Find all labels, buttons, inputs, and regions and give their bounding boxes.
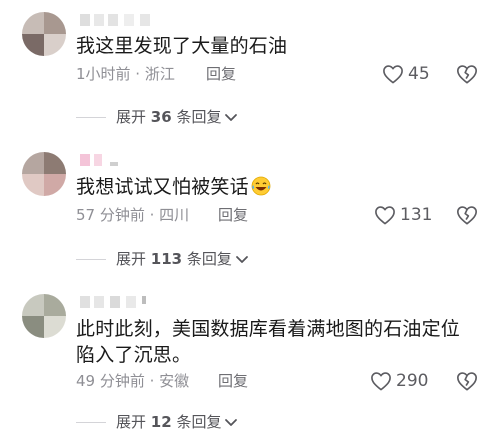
dislike-button[interactable]	[456, 370, 478, 392]
comment-text: 此时此刻，美国数据库看着满地图的石油定位 陷入了沉思。	[76, 318, 461, 366]
like-count: 45	[408, 64, 430, 84]
chevron-down-icon	[224, 108, 238, 127]
avatar[interactable]	[22, 294, 66, 338]
reply-button[interactable]: 回复	[206, 64, 236, 84]
expand-replies[interactable]: 展开 36 条回复	[76, 106, 238, 128]
broken-heart-icon	[456, 65, 478, 89]
expand-replies[interactable]: 展开 12 条回复	[76, 411, 238, 433]
comment-item: 此时此刻，美国数据库看着满地图的石油定位 陷入了沉思。 49 分钟前 · 安徽 …	[0, 282, 499, 445]
comment-item: 我想试试又怕被笑话 57 分钟前 · 四川 回复 131 展开 113 条回复	[0, 140, 499, 280]
laughing-tears-emoji	[251, 176, 271, 196]
like-count: 131	[400, 205, 433, 225]
comment-text-body: 我想试试又怕被笑话	[76, 176, 249, 198]
username-redacted[interactable]	[80, 154, 140, 168]
expand-replies[interactable]: 展开 113 条回复	[76, 248, 249, 270]
expand-replies-label[interactable]: 展开 36 条回复	[116, 106, 221, 128]
heart-outline-icon	[382, 64, 404, 84]
comment-meta: 49 分钟前 · 安徽	[76, 372, 190, 390]
divider-line	[76, 421, 106, 423]
reply-button[interactable]: 回复	[218, 371, 248, 391]
comment-item: 我这里发现了大量的石油 1小时前 · 浙江 回复 45 展开 36 条回复	[0, 0, 499, 140]
dislike-button[interactable]	[456, 204, 478, 226]
expand-replies-label[interactable]: 展开 12 条回复	[116, 411, 221, 433]
avatar[interactable]	[22, 152, 66, 196]
reply-button[interactable]: 回复	[218, 205, 248, 225]
broken-heart-icon	[456, 372, 478, 396]
chevron-down-icon	[224, 413, 238, 432]
like-count: 290	[396, 371, 429, 391]
like-button[interactable]: 45	[382, 63, 430, 85]
avatar[interactable]	[22, 12, 66, 56]
comment-meta: 1小时前 · 浙江	[76, 65, 175, 83]
username-redacted[interactable]	[80, 296, 160, 310]
username-redacted[interactable]	[80, 14, 170, 28]
expand-replies-label[interactable]: 展开 113 条回复	[116, 248, 232, 270]
like-button[interactable]: 290	[370, 370, 428, 392]
comment-text: 我想试试又怕被笑话	[76, 174, 271, 200]
dislike-button[interactable]	[456, 63, 478, 85]
broken-heart-icon	[456, 206, 478, 230]
comment-meta: 57 分钟前 · 四川	[76, 206, 190, 224]
heart-outline-icon	[370, 371, 392, 391]
divider-line	[76, 258, 106, 260]
divider-line	[76, 116, 106, 118]
heart-outline-icon	[374, 205, 396, 225]
like-button[interactable]: 131	[374, 204, 432, 226]
chevron-down-icon	[235, 250, 249, 269]
comment-text: 我这里发现了大量的石油	[76, 35, 288, 57]
